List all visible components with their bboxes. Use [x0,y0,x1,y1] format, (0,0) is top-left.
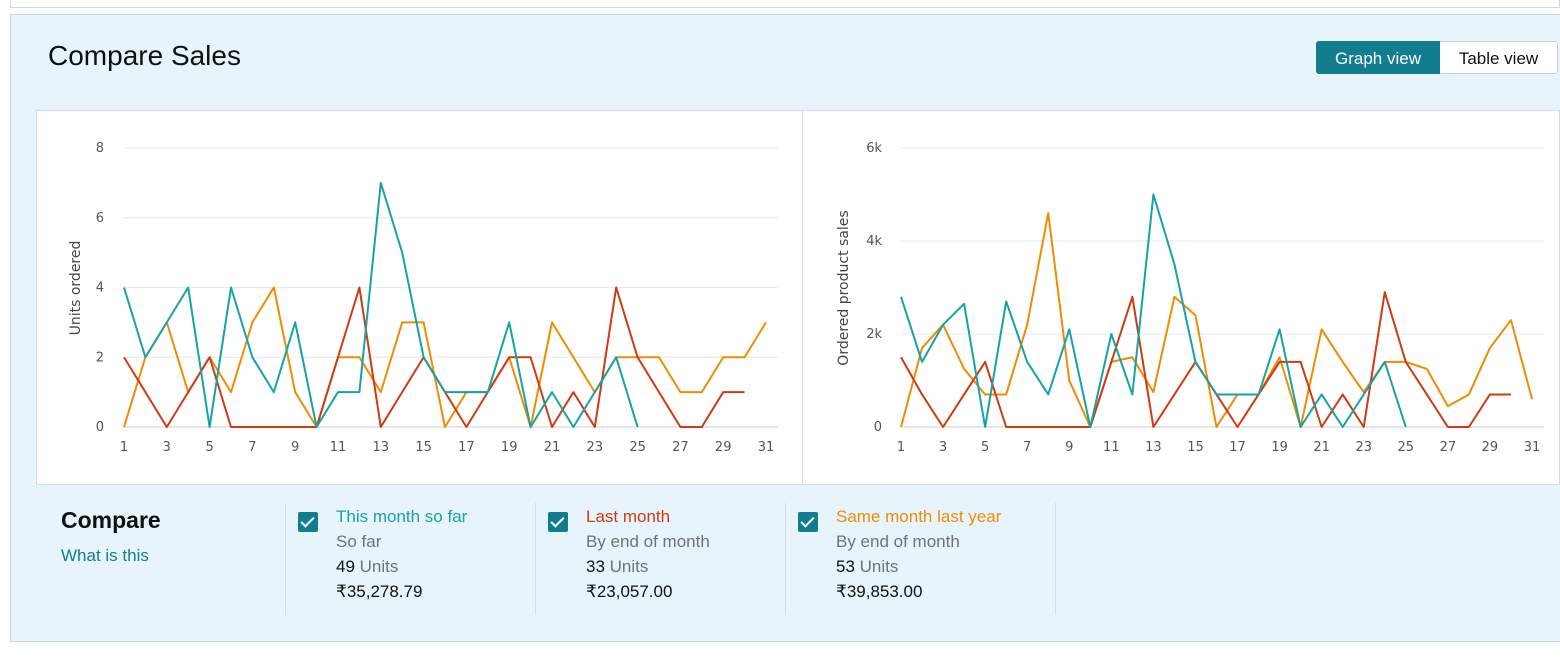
x-tick-label: 29 [1482,440,1499,455]
y-tick-label: 6k [866,141,882,156]
x-tick-label: 1 [120,440,128,455]
this-month-checkbox[interactable] [298,512,318,532]
y-tick-label: 8 [96,141,104,156]
x-tick-label: 21 [544,440,561,455]
y-tick-label: 4 [96,281,104,296]
x-tick-label: 13 [373,440,390,455]
x-tick-label: 13 [1145,440,1162,455]
chart-0: 024681 3 5 7 9 11 13 15 17 19 21 23 25 27 29 31Units or… [68,141,778,455]
compare-this-month: This month so far So far 49 Units ₹35,27… [285,503,535,615]
this-month-amount: ₹35,278.79 [336,582,423,601]
last-month-label: Last month [586,507,671,526]
x-tick-label: 7 [1023,440,1031,455]
this-month-units-value: 49 [336,557,355,576]
y-axis-title: Units ordered [68,241,84,336]
y-tick-label: 6 [96,211,104,226]
last-month-amount: ₹23,057.00 [586,582,673,601]
y-tick-label: 4k [866,234,882,249]
last-month-units-label: Units [604,557,649,576]
x-tick-label: 9 [291,440,299,455]
last-year-sub: By end of month [836,532,960,551]
last-year-units-label: Units [854,557,899,576]
y-axis-title: Ordered product sales [836,210,852,365]
x-tick-label: 25 [1398,440,1415,455]
x-tick-label: 11 [1103,440,1120,455]
x-tick-label: 11 [330,440,347,455]
last-month-sub: By end of month [586,532,710,551]
last-year-checkbox[interactable] [798,512,818,532]
y-tick-label: 0 [96,420,104,435]
x-tick-label: 29 [715,440,732,455]
x-tick-label: 15 [1187,440,1204,455]
last-year-amount: ₹39,853.00 [836,582,923,601]
last-year-units: 53 Units [836,557,898,577]
compare-last-month: Last month By end of month 33 Units ₹23,… [535,503,785,615]
what-is-this-link[interactable]: What is this [61,546,149,566]
last-month-units: 33 Units [586,557,648,577]
this-month-units: 49 Units [336,557,398,577]
x-tick-label: 23 [587,440,604,455]
x-tick-label: 25 [629,440,646,455]
x-tick-label: 21 [1313,440,1330,455]
x-tick-label: 27 [1440,440,1457,455]
x-tick-label: 31 [1524,440,1541,455]
x-tick-label: 17 [1229,440,1246,455]
last-month-units-value: 33 [586,557,605,576]
x-tick-label: 5 [981,440,989,455]
x-tick-label: 27 [672,440,689,455]
x-tick-label: 7 [248,440,256,455]
y-tick-label: 0 [874,420,882,435]
x-tick-label: 31 [758,440,775,455]
x-tick-label: 19 [1271,440,1288,455]
compare-last-year: Same month last year By end of month 53 … [785,503,1055,615]
chart-1: 02k4k6k1 3 5 7 9 11 13 15 17 19 21 23 25 27 29 31Ordere… [836,141,1544,455]
x-tick-label: 3 [163,440,171,455]
x-tick-label: 23 [1355,440,1372,455]
x-tick-label: 9 [1065,440,1073,455]
x-tick-label: 3 [939,440,947,455]
x-tick-label: 1 [897,440,905,455]
x-tick-label: 17 [458,440,475,455]
series-line-last-month[interactable] [900,291,1511,428]
this-month-sub: So far [336,532,382,551]
x-tick-label: 5 [205,440,213,455]
y-tick-label: 2k [866,327,882,342]
last-month-checkbox[interactable] [548,512,568,532]
compare-heading: Compare [61,507,161,533]
x-tick-label: 15 [415,440,432,455]
last-year-label: Same month last year [836,507,1002,526]
this-month-units-label: Units [354,557,399,576]
this-month-label: This month so far [336,507,468,526]
y-tick-label: 2 [96,350,104,365]
x-tick-label: 19 [501,440,518,455]
compare-end-divider [1055,503,1056,615]
last-year-units-value: 53 [836,557,855,576]
